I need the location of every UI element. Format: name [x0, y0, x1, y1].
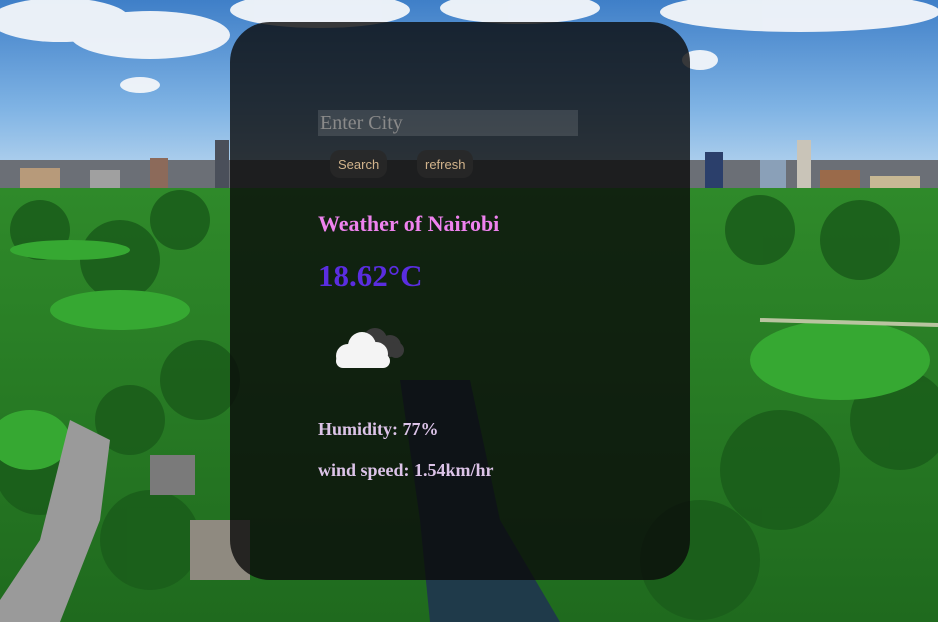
humidity-text: Humidity: 77% [318, 419, 439, 439]
weather-title: Weather of Nairobi [318, 211, 500, 236]
wind-speed-text: wind speed: 1.54km/hr [318, 460, 494, 480]
cloud-icon [332, 322, 406, 372]
temperature-value: 18.62°C [318, 258, 423, 293]
search-button[interactable]: Search [330, 150, 387, 178]
weather-card: Search refresh Weather of Nairobi 18.62°… [230, 22, 690, 580]
city-search-input[interactable] [318, 110, 578, 136]
refresh-button[interactable]: refresh [417, 150, 473, 178]
